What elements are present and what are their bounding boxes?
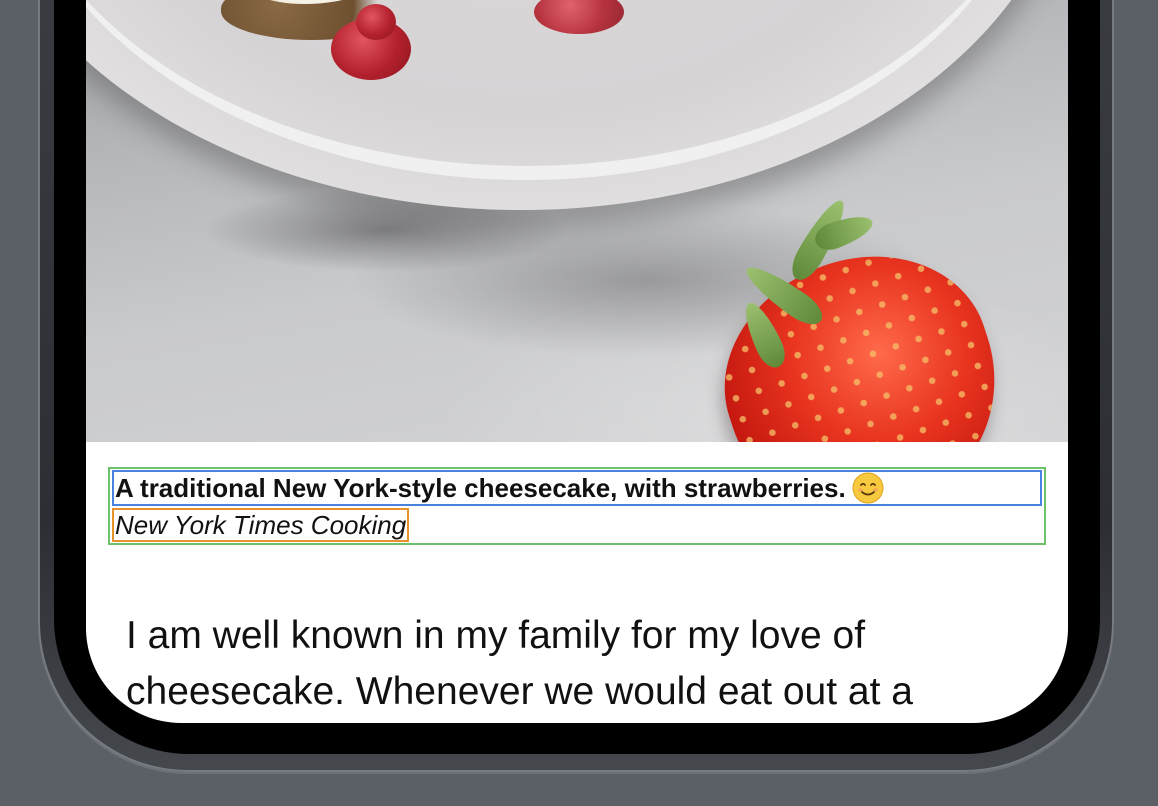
photo-credit: New York Times Cooking xyxy=(112,508,410,542)
cheesecake-photo xyxy=(86,0,1068,442)
article-line: cheesecake. Whenever we would eat out at… xyxy=(126,670,913,713)
caption-title-text: A traditional New York-style cheesecake,… xyxy=(115,473,846,503)
photo-caption: A traditional New York-style cheesecake,… xyxy=(108,467,1048,547)
device-canvas: A traditional New York-style cheesecake,… xyxy=(0,0,1158,806)
strawberry-seeds xyxy=(693,224,1029,442)
strawberry xyxy=(693,224,1029,442)
smiling-face-icon xyxy=(852,472,884,504)
article-body: I am well known in my family for my love… xyxy=(126,608,1026,720)
article-line: I am well known in my family for my love… xyxy=(126,614,866,657)
caption-title: A traditional New York-style cheesecake,… xyxy=(112,470,1042,506)
strawberry-sauce-drip xyxy=(356,4,396,40)
phone-screen: A traditional New York-style cheesecake,… xyxy=(86,0,1068,723)
